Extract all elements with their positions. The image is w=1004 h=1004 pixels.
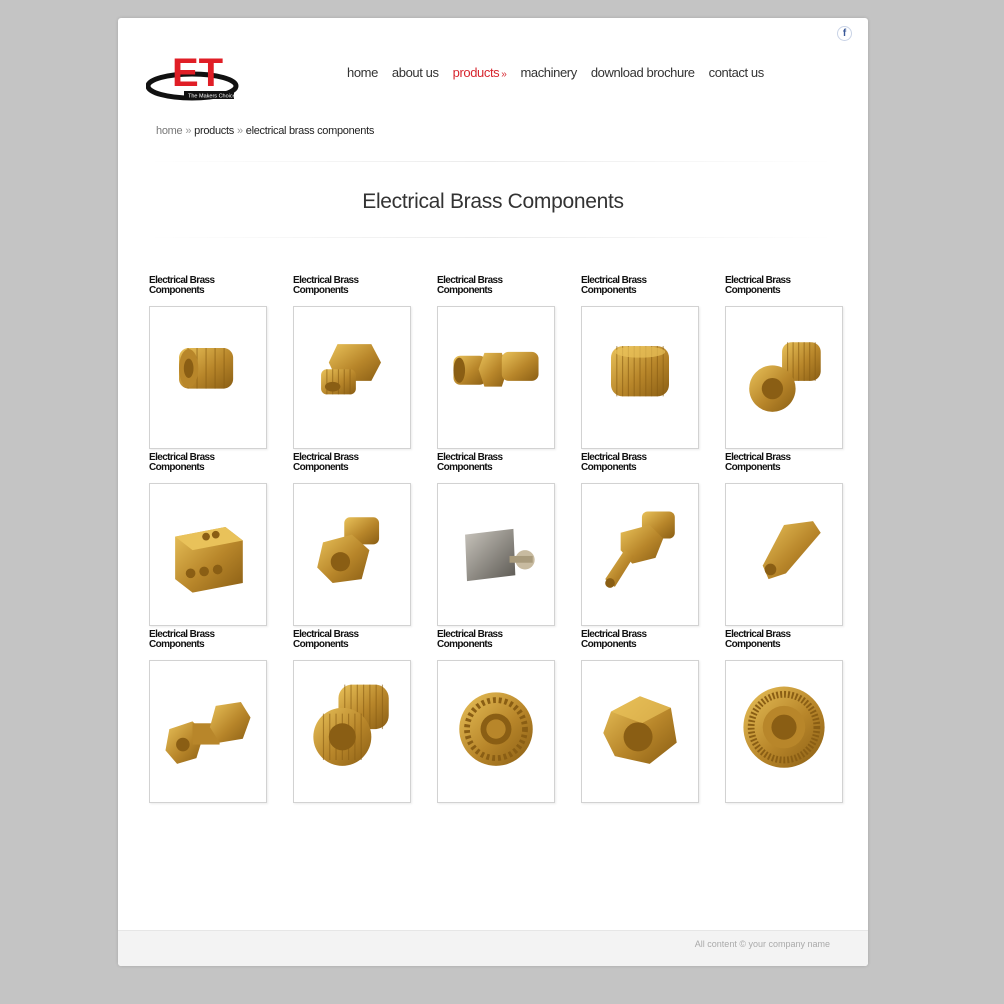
logo-letters: ET xyxy=(172,51,223,95)
product-image-knurled-insert-large[interactable] xyxy=(293,660,411,803)
product-image-threaded-hex-fitting[interactable] xyxy=(293,306,411,449)
breadcrumb-products[interactable]: products xyxy=(194,125,234,137)
nav-products-marker: » xyxy=(501,69,507,80)
product-image-hex-insert[interactable] xyxy=(293,483,411,626)
nav-home[interactable]: home xyxy=(347,65,378,80)
product-caption[interactable]: Electrical Brass Components xyxy=(725,276,805,306)
product-card[interactable]: Electrical Brass Components xyxy=(725,630,843,807)
product-caption[interactable]: Electrical Brass Components xyxy=(581,630,661,660)
product-image-compression-coupling[interactable] xyxy=(437,306,555,449)
product-card[interactable]: Electrical Brass Components xyxy=(293,453,411,630)
product-card[interactable]: Electrical Brass Components xyxy=(437,276,555,453)
page-container: f ET The Makers Choice home about us pro… xyxy=(118,18,868,966)
product-card[interactable]: Electrical Brass Components xyxy=(437,453,555,630)
nav-products[interactable]: products» xyxy=(453,65,507,80)
product-caption[interactable]: Electrical Brass Components xyxy=(437,276,517,306)
main-nav: home about us products» machinery downlo… xyxy=(347,65,764,80)
breadcrumb-current: electrical brass components xyxy=(245,125,375,137)
product-caption[interactable]: Electrical Brass Components xyxy=(293,276,373,306)
product-caption[interactable]: Electrical Brass Components xyxy=(149,453,229,483)
product-caption[interactable]: Electrical Brass Components xyxy=(437,453,517,483)
product-card[interactable]: Electrical Brass Components xyxy=(581,630,699,807)
product-caption[interactable]: Electrical Brass Components xyxy=(581,453,661,483)
page-title: Electrical Brass Components xyxy=(362,190,624,213)
breadcrumb-separator: » xyxy=(185,125,192,137)
product-image-knurled-insert[interactable] xyxy=(581,306,699,449)
product-caption[interactable]: Electrical Brass Components xyxy=(293,630,373,660)
nav-about-us[interactable]: about us xyxy=(392,65,439,80)
product-card[interactable]: Electrical Brass Components xyxy=(293,276,411,453)
product-caption[interactable]: Electrical Brass Components xyxy=(725,453,805,483)
nav-machinery[interactable]: machinery xyxy=(520,65,577,80)
nav-products-label: products xyxy=(452,65,500,80)
product-card[interactable]: Electrical Brass Components xyxy=(581,276,699,453)
product-card[interactable]: Electrical Brass Components xyxy=(293,630,411,807)
product-image-double-hex-spacer[interactable] xyxy=(149,660,267,803)
product-caption[interactable]: Electrical Brass Components xyxy=(149,276,229,306)
product-caption[interactable]: Electrical Brass Components xyxy=(581,276,661,306)
product-image-knurled-round-nut[interactable] xyxy=(725,660,843,803)
product-grid: Electrical Brass Components Electrical Br… xyxy=(149,276,843,807)
product-card[interactable]: Electrical Brass Components xyxy=(149,453,267,630)
product-image-knurled-insert-threaded[interactable] xyxy=(725,306,843,449)
breadcrumb: home» products» electrical brass component… xyxy=(156,125,374,137)
product-card[interactable]: Electrical Brass Components xyxy=(725,453,843,630)
product-card[interactable]: Electrical Brass Components xyxy=(149,276,267,453)
product-image-nickel-terminal-connector[interactable] xyxy=(437,483,555,626)
product-card[interactable]: Electrical Brass Components xyxy=(725,276,843,453)
nav-contact-us[interactable]: contact us xyxy=(709,65,765,80)
product-image-knurled-nut[interactable] xyxy=(437,660,555,803)
product-image-hex-nut[interactable] xyxy=(581,660,699,803)
breadcrumb-separator: » xyxy=(236,125,243,137)
divider xyxy=(146,237,836,238)
footer: All content © your company name xyxy=(118,930,868,966)
facebook-icon[interactable]: f xyxy=(837,26,852,41)
logo-tagline: The Makers Choice xyxy=(188,94,236,100)
company-logo[interactable]: ET The Makers Choice xyxy=(146,46,250,104)
product-card[interactable]: Electrical Brass Components xyxy=(149,630,267,807)
product-caption[interactable]: Electrical Brass Components xyxy=(293,453,373,483)
product-caption[interactable]: Electrical Brass Components xyxy=(149,630,229,660)
product-image-slotted-hex-insert[interactable] xyxy=(149,306,267,449)
product-caption[interactable]: Electrical Brass Components xyxy=(725,630,805,660)
product-image-terminal-block[interactable] xyxy=(149,483,267,626)
nav-download-brochure[interactable]: download brochure xyxy=(591,65,695,80)
product-image-hex-spacer[interactable] xyxy=(725,483,843,626)
product-caption[interactable]: Electrical Brass Components xyxy=(437,630,517,660)
footer-copyright: All content © your company name xyxy=(694,939,830,949)
product-card[interactable]: Electrical Brass Components xyxy=(437,630,555,807)
product-card[interactable]: Electrical Brass Components xyxy=(581,453,699,630)
divider xyxy=(146,161,836,162)
product-image-hose-nipple[interactable] xyxy=(581,483,699,626)
breadcrumb-home[interactable]: home xyxy=(156,125,183,137)
